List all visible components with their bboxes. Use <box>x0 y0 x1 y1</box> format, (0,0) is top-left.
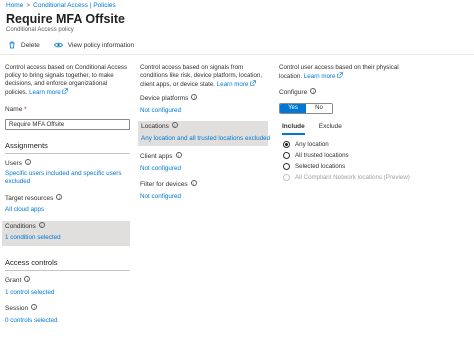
policy-column: Control access based on Conditional Acce… <box>2 64 130 324</box>
conditions-column: Control access based on signals from con… <box>138 64 270 200</box>
tab-include[interactable]: Include <box>282 123 305 135</box>
external-link-icon <box>337 72 343 78</box>
locations-value[interactable]: Any location and all trusted locations e… <box>141 135 270 142</box>
filter-devices-label: Filter for devices i <box>140 180 270 188</box>
configure-toggle[interactable]: Yes No <box>279 103 333 114</box>
view-info-label: View policy information <box>67 41 135 49</box>
conditions-row[interactable]: Conditions i 1 condition selected <box>2 221 130 246</box>
target-resources-label: Target resources i <box>5 194 130 202</box>
conditions-label-text: Conditions <box>5 223 36 230</box>
locations-panel: Control user access based on their physi… <box>279 64 469 183</box>
grant-value[interactable]: 1 control selected <box>5 289 130 296</box>
tab-exclude[interactable]: Exclude <box>319 123 342 135</box>
radio-label: Selected locations <box>295 163 346 170</box>
info-icon[interactable]: i <box>310 88 317 94</box>
policy-name-input[interactable] <box>5 119 130 130</box>
session-value[interactable]: 0 controls selected <box>5 317 130 324</box>
location-options: Any location All trusted locations Selec… <box>279 139 469 183</box>
command-bar: Delete View policy information <box>8 41 134 49</box>
client-apps-value[interactable]: Not configured <box>140 165 270 172</box>
radio-label: All trusted locations <box>295 152 349 159</box>
grant-label-text: Grant <box>5 277 22 284</box>
view-policy-info-button[interactable]: View policy information <box>53 41 135 49</box>
info-icon[interactable]: i <box>38 222 45 228</box>
breadcrumb-policies[interactable]: Conditional Access | Policies <box>33 2 116 9</box>
learn-more-link[interactable]: Learn more <box>29 89 61 96</box>
assignments-divider <box>5 153 130 154</box>
toggle-no[interactable]: No <box>306 104 332 113</box>
learn-more-link[interactable]: Learn more <box>217 81 249 88</box>
info-icon[interactable]: i <box>190 180 197 186</box>
toggle-yes[interactable]: Yes <box>280 104 306 113</box>
breadcrumb: Home > Conditional Access | Policies <box>6 2 116 9</box>
filter-devices-label-text: Filter for devices <box>140 181 188 188</box>
client-apps-label-text: Client apps <box>140 153 173 160</box>
radio-button[interactable] <box>283 163 290 170</box>
external-link-icon <box>62 88 69 94</box>
locations-label: Locations i <box>141 122 265 130</box>
users-value[interactable]: Specific users included and specific use… <box>5 170 130 186</box>
target-resources-value[interactable]: All cloud apps <box>5 206 130 213</box>
device-platforms-value[interactable]: Not configured <box>140 107 270 114</box>
users-label: Users i <box>5 159 130 167</box>
breadcrumb-home[interactable]: Home <box>6 2 23 9</box>
radio-button <box>283 174 290 181</box>
device-platforms-label-text: Device platforms <box>140 95 189 102</box>
info-icon[interactable]: i <box>175 152 182 158</box>
assignments-heading: Assignments <box>5 141 48 150</box>
page-subtitle: Conditional Access policy <box>6 27 74 33</box>
conditions-label: Conditions i <box>5 222 127 230</box>
info-icon[interactable]: i <box>24 276 31 282</box>
eye-icon <box>53 42 63 48</box>
radio-any-location[interactable]: Any location <box>283 139 469 150</box>
required-indicator: * <box>24 106 27 113</box>
radio-compliant-network: All Compliant Network locations (Preview… <box>283 172 469 183</box>
device-platforms-label: Device platforms i <box>140 94 270 102</box>
filter-devices-value[interactable]: Not configured <box>140 193 270 200</box>
tab-include-label: Include <box>282 123 305 130</box>
more-options-icon[interactable]: ··· <box>115 14 124 24</box>
grant-label: Grant i <box>5 276 130 284</box>
radio-selected-locations[interactable]: Selected locations <box>283 161 469 172</box>
locations-description: Control user access based on their physi… <box>279 64 409 81</box>
locations-label-text: Locations <box>141 123 169 130</box>
conditions-value[interactable]: 1 condition selected <box>5 234 127 241</box>
client-apps-label: Client apps i <box>140 152 270 160</box>
name-label-text: Name <box>5 106 23 113</box>
configure-label-text: Configure <box>279 89 308 96</box>
target-label-text: Target resources <box>5 195 54 202</box>
tab-include-underline <box>282 133 305 135</box>
conditions-description: Control access based on signals from con… <box>140 64 270 89</box>
locations-row[interactable]: Locations i Any location and all trusted … <box>138 121 270 146</box>
info-icon[interactable]: i <box>191 94 198 100</box>
policy-description: Control access based on Conditional Acce… <box>5 64 130 97</box>
radio-button[interactable] <box>283 141 290 148</box>
info-icon[interactable]: i <box>171 122 178 128</box>
external-link-icon <box>250 80 256 86</box>
info-icon[interactable]: i <box>56 194 63 200</box>
radio-all-trusted-locations[interactable]: All trusted locations <box>283 150 469 161</box>
learn-more-link[interactable]: Learn more <box>304 73 336 80</box>
page-title: Require MFA Offsite <box>6 12 125 26</box>
radio-label: Any location <box>295 141 329 148</box>
configure-label: Configure i <box>279 88 469 96</box>
header-divider <box>0 54 474 55</box>
breadcrumb-separator: > <box>26 2 31 9</box>
access-controls-heading: Access controls <box>5 258 58 267</box>
access-controls-divider <box>5 270 130 271</box>
users-label-text: Users <box>5 160 22 167</box>
name-label: Name * <box>5 106 130 113</box>
delete-button[interactable]: Delete <box>8 41 40 49</box>
delete-label: Delete <box>21 41 40 49</box>
include-exclude-tabs: Include Exclude <box>279 123 469 135</box>
session-label-text: Session <box>5 305 29 312</box>
radio-button[interactable] <box>283 152 290 159</box>
info-icon[interactable]: i <box>31 304 38 310</box>
info-icon[interactable]: i <box>24 159 31 165</box>
trash-icon <box>9 41 15 49</box>
radio-label: All Compliant Network locations (Preview… <box>295 174 410 181</box>
session-label: Session i <box>5 304 130 312</box>
